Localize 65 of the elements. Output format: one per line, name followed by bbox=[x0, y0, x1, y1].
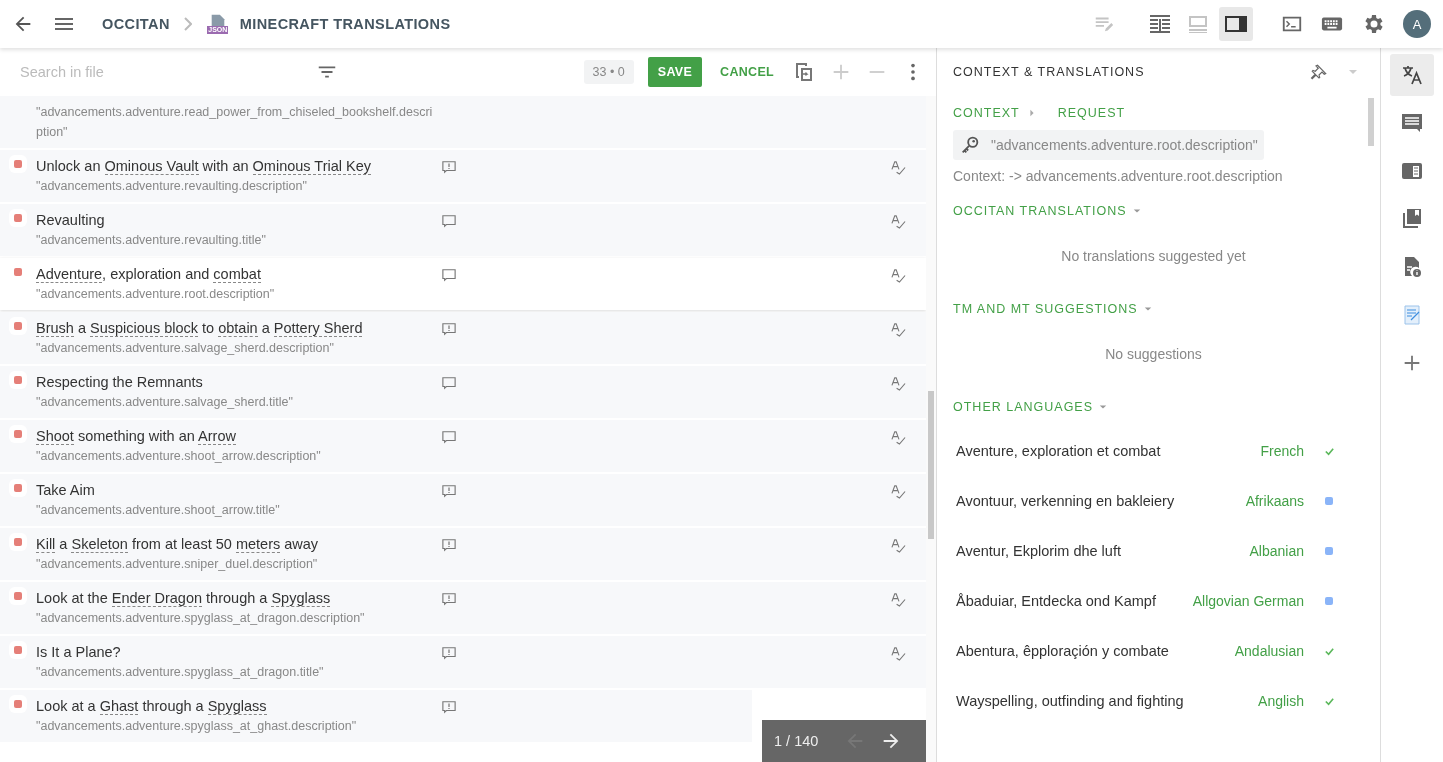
string-row[interactable]: Respecting the Remnants "advancements.adventure.salvage_sherd.title" bbox=[0, 366, 926, 418]
translation-text: Avontuur, verkenning en bakleiery bbox=[956, 493, 1176, 509]
source-text: Shoot something with an Arrow bbox=[36, 427, 237, 446]
search-field[interactable]: Search in file bbox=[18, 63, 302, 81]
source-text: Look at a Ghast through a Spyglass bbox=[36, 697, 268, 716]
source-text: Brush a Suspicious block to obtain a Pottery Sherd bbox=[36, 319, 364, 338]
language-link[interactable]: Allgovian German bbox=[1192, 593, 1304, 609]
user-avatar[interactable]: A bbox=[1403, 10, 1431, 38]
page-position: 1 / 140 bbox=[774, 733, 819, 749]
string-row[interactable]: "advancements.adventure.read_power_from_chiseled_bookshelf.description" bbox=[0, 96, 926, 148]
panel-title: CONTEXT & TRANSLATIONS bbox=[953, 65, 1145, 79]
source-text: Unlock an Ominous Vault with an Ominous Trial Key bbox=[36, 157, 373, 176]
source-text: Is It a Plane? bbox=[36, 643, 122, 662]
cancel-button[interactable]: CANCEL bbox=[716, 61, 778, 83]
section-heading[interactable]: OCCITAN TRANSLATIONS bbox=[953, 204, 1127, 218]
string-row[interactable]: Look at a Ghast through a Spyglass "advancements.adventure.spyglass_at_ghast.description" bbox=[0, 690, 752, 742]
string-row[interactable]: Brush a Suspicious block to obtain a Pottery Sherd "advancements.adventure.salvage_sherd.description" bbox=[0, 312, 926, 364]
string-row[interactable]: Look at the Ender Dragon through a Spyglass "advancements.adventure.spyglass_at_dragon.description" bbox=[0, 582, 926, 634]
context-tab[interactable]: CONTEXT bbox=[953, 106, 1020, 120]
source-text: Respecting the Remnants bbox=[36, 373, 204, 392]
string-row[interactable]: Revaulting "advancements.adventure.revaulting.title" bbox=[0, 204, 926, 256]
translation-text: Wayspelling, outfinding and fighting bbox=[956, 693, 1185, 709]
string-key: "advancements.adventure.spyglass_at_dragon.description" bbox=[36, 608, 436, 628]
string-key: "advancements.adventure.salvage_sherd.title" bbox=[36, 392, 436, 412]
language-link[interactable]: French bbox=[1260, 443, 1304, 459]
string-key: "advancements.adventure.root.description" bbox=[36, 284, 436, 304]
language-link[interactable]: Anglish bbox=[1258, 693, 1304, 709]
language-link[interactable]: Afrikaans bbox=[1245, 493, 1304, 509]
string-key: "advancements.adventure.sniper_duel.description" bbox=[36, 554, 436, 574]
translation-text: Åbaduiar, Entdecka ond Kampf bbox=[956, 593, 1157, 609]
source-text: Kill a Skeleton from at least 50 meters away bbox=[36, 535, 320, 554]
string-key: "advancements.adventure.read_power_from_chiseled_bookshelf.description" bbox=[36, 102, 436, 142]
empty-message: No translations suggested yet bbox=[1060, 247, 1247, 266]
section-heading[interactable]: OTHER LANGUAGES bbox=[953, 400, 1094, 414]
save-button[interactable]: SAVE bbox=[647, 57, 703, 87]
string-key: "advancements.adventure.revaulting.title" bbox=[36, 230, 436, 250]
language-link[interactable]: Andalusian bbox=[1234, 643, 1304, 659]
string-row[interactable]: Take Aim "advancements.adventure.shoot_arrow.title" bbox=[0, 474, 926, 526]
key-text: "advancements.adventure.root.description" bbox=[991, 137, 1258, 153]
string-row[interactable]: Is It a Plane? "advancements.adventure.spyglass_at_dragon.title" bbox=[0, 636, 926, 688]
string-row[interactable]: Unlock an Ominous Vault with an Ominous Trial Key "advancements.adventure.revaulting.description" bbox=[0, 150, 926, 202]
translation-text: Abentura, êpploraçión y combate bbox=[956, 643, 1170, 659]
context-tab[interactable]: REQUEST bbox=[1057, 106, 1126, 120]
string-row[interactable]: Shoot something with an Arrow "advancements.adventure.shoot_arrow.description" bbox=[0, 420, 926, 472]
string-key: "advancements.adventure.revaulting.description" bbox=[36, 176, 436, 196]
source-text: Take Aim bbox=[36, 481, 96, 500]
empty-message: No suggestions bbox=[1104, 345, 1203, 364]
string-row[interactable]: Adventure, exploration and combat "advancements.adventure.root.description" bbox=[0, 258, 926, 310]
string-key: "advancements.adventure.shoot_arrow.description" bbox=[36, 446, 436, 466]
section-heading[interactable]: TM AND MT SUGGESTIONS bbox=[953, 302, 1138, 316]
source-text: Look at the Ender Dragon through a Spyglass bbox=[36, 589, 332, 608]
context-note: Context: -> advancements.adventure.root.description bbox=[953, 168, 1284, 184]
source-text: Adventure, exploration and combat bbox=[36, 265, 262, 284]
string-key: "advancements.adventure.salvage_sherd.description" bbox=[36, 338, 436, 358]
source-text: Revaulting bbox=[36, 211, 106, 230]
string-counter: 33 • 0 bbox=[583, 60, 634, 84]
language-link[interactable]: Albanian bbox=[1249, 543, 1304, 559]
string-key: "advancements.adventure.spyglass_at_ghast.description" bbox=[36, 716, 436, 736]
breadcrumb-link[interactable]: MINECRAFT TRANSLATIONS bbox=[239, 16, 451, 32]
breadcrumb-link[interactable]: OCCITAN bbox=[102, 16, 170, 32]
translation-text: Aventure, exploration et combat bbox=[956, 443, 1162, 459]
string-key: "advancements.adventure.shoot_arrow.title" bbox=[36, 500, 436, 520]
translation-text: Aventur, Ekplorim dhe luft bbox=[956, 543, 1122, 559]
string-key: "advancements.adventure.spyglass_at_dragon.title" bbox=[36, 662, 436, 682]
string-row[interactable]: Kill a Skeleton from at least 50 meters away "advancements.adventure.sniper_duel.description" bbox=[0, 528, 926, 580]
